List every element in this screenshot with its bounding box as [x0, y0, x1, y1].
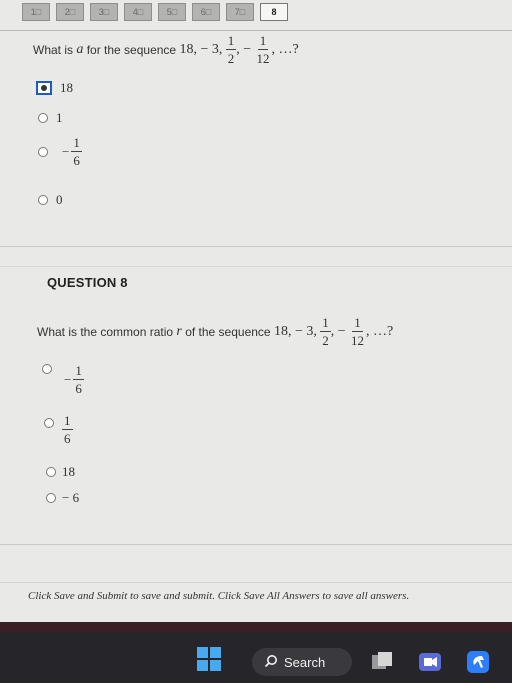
radio-button[interactable] [38, 146, 48, 157]
radio-button[interactable] [46, 467, 56, 477]
radio-button[interactable] [38, 113, 48, 123]
q8-option-neg-6[interactable]: − 6 [46, 490, 79, 506]
divider [0, 246, 512, 247]
search-icon [264, 654, 278, 671]
radio-button[interactable] [44, 418, 54, 428]
search-label: Search [284, 654, 326, 670]
question-nav-button-1[interactable]: 1 □ [22, 3, 50, 21]
q7-option-neg-one-sixth[interactable]: − 16 [38, 136, 82, 167]
radio-button-selected[interactable] [36, 81, 52, 95]
task-view-icon[interactable] [370, 650, 394, 674]
app-icon[interactable] [466, 650, 490, 674]
question-8-title: QUESTION 8 [47, 275, 128, 290]
q8-option-one-sixth[interactable]: 16 [44, 414, 73, 445]
q8-option-18[interactable]: 18 [46, 464, 75, 480]
question-nav-button-7[interactable]: 7 □ [226, 3, 254, 21]
question-nav-button-3[interactable]: 3 □ [90, 3, 118, 21]
q7-option-1[interactable]: 1 [38, 110, 63, 126]
divider [0, 582, 512, 583]
meet-video-icon[interactable] [418, 650, 442, 674]
radio-button[interactable] [42, 364, 52, 374]
question-nav-button-4[interactable]: 4 □ [124, 3, 152, 21]
taskbar-search-button[interactable]: Search [252, 648, 352, 676]
divider [0, 544, 512, 545]
question-nav-button-8[interactable]: 8 [260, 3, 288, 21]
question-8-prompt: What is the common ratio r of the sequen… [37, 315, 394, 348]
question-nav-button-2[interactable]: 2 □ [56, 3, 84, 21]
radio-button[interactable] [46, 493, 56, 503]
q8-option-neg-one-sixth[interactable]: − 16 [42, 362, 84, 395]
question-nav-button-5[interactable]: 5 □ [158, 3, 186, 21]
taskbar-edge [0, 622, 512, 632]
radio-button[interactable] [38, 195, 48, 205]
question-nav-button-6[interactable]: 6 □ [192, 3, 220, 21]
question-7-prompt: What is a for the sequence 18, − 3, 12 ,… [33, 33, 299, 66]
q7-option-0[interactable]: 0 [38, 192, 63, 208]
q7-option-18[interactable]: 18 [36, 80, 73, 96]
windows-start-icon[interactable] [197, 647, 221, 671]
divider [0, 266, 512, 267]
question-nav: 1 □ 2 □ 3 □ 4 □ 5 □ 6 □ 7 □ 8 [22, 3, 288, 21]
save-instructions: Click Save and Submit to save and submit… [28, 590, 410, 602]
divider [0, 30, 512, 31]
